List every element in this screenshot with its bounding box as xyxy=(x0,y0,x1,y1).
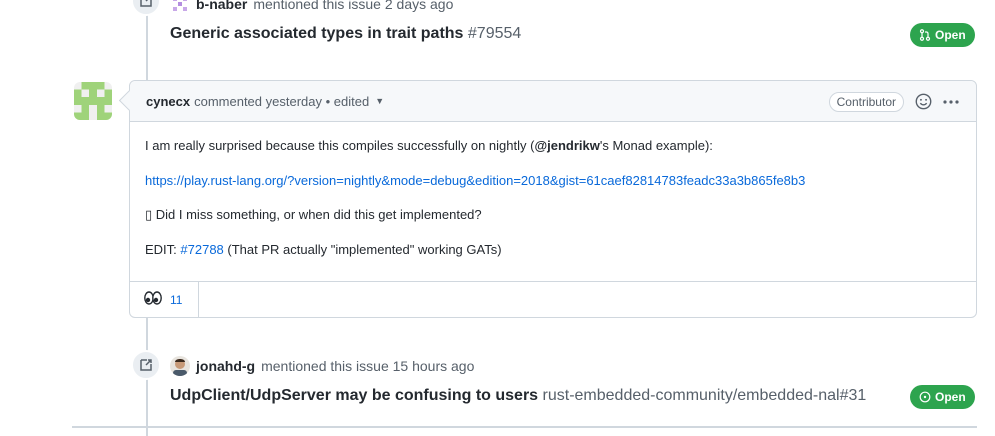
pull-request-icon xyxy=(919,29,931,41)
kebab-menu-icon[interactable] xyxy=(942,93,960,111)
comment-author[interactable]: cynecx xyxy=(146,94,190,109)
chevron-down-icon[interactable]: ▼ xyxy=(375,96,384,106)
issue-open-icon xyxy=(919,391,931,403)
cross-reference-icon xyxy=(131,350,161,380)
comment-paragraph: I am really surprised because this compi… xyxy=(145,136,960,156)
playground-link[interactable]: https://play.rust-lang.org/?version=nigh… xyxy=(145,173,805,188)
cross-reference-icon xyxy=(131,0,161,16)
state-label: Open xyxy=(935,28,966,42)
comment-body: I am really surprised because this compi… xyxy=(130,122,976,259)
state-badge: Open xyxy=(910,23,975,47)
actor-name[interactable]: jonahd-g xyxy=(196,358,255,374)
comment-paragraph: https://play.rust-lang.org/?version=nigh… xyxy=(145,171,960,191)
avatar[interactable] xyxy=(170,0,190,14)
text-span: I am really surprised because this compi… xyxy=(145,138,535,153)
actor-name[interactable]: b-naber xyxy=(196,0,247,12)
reference-title[interactable]: UdpClient/UdpServer may be confusing to … xyxy=(170,387,866,405)
reference-title-text[interactable]: Generic associated types in trait paths xyxy=(170,25,463,42)
event-text: mentioned this issue 15 hours ago xyxy=(261,358,475,374)
reference-title[interactable]: Generic associated types in trait paths … xyxy=(170,25,521,43)
user-mention[interactable]: @jendrikw xyxy=(534,138,599,153)
state-label: Open xyxy=(935,390,966,404)
reaction-count: 11 xyxy=(170,292,183,307)
comment-paragraph: EDIT: #72788 (That PR actually "implemen… xyxy=(145,240,960,260)
avatar[interactable] xyxy=(74,82,112,120)
comment-meta[interactable]: commented yesterday • edited xyxy=(194,94,369,109)
contributor-label: Contributor xyxy=(828,91,904,112)
comment-header: cynecx commented yesterday • edited ▼ Co… xyxy=(130,81,976,122)
reaction-button[interactable]: 11 xyxy=(130,281,200,318)
reference-title-text[interactable]: UdpClient/UdpServer may be confusing to … xyxy=(170,387,538,404)
text-span: (That PR actually "implemented" working … xyxy=(223,241,502,257)
event-text: mentioned this issue 2 days ago xyxy=(253,0,454,12)
state-badge: Open xyxy=(910,385,975,409)
reactions-bar: 11 xyxy=(130,281,976,318)
text-span: 's Monad example): xyxy=(599,138,713,153)
mention-event-header: b-naber mentioned this issue 2 days ago xyxy=(170,0,453,14)
comment-box: cynecx commented yesterday • edited ▼ Co… xyxy=(129,80,977,318)
mention-event-header: jonahd-g mentioned this issue 15 hours a… xyxy=(170,356,474,376)
pr-link[interactable]: #72788 xyxy=(180,242,223,257)
avatar[interactable] xyxy=(170,356,190,376)
smiley-icon[interactable] xyxy=(914,93,932,111)
text-span: EDIT: xyxy=(145,241,181,257)
divider xyxy=(72,426,977,428)
reference-number[interactable]: rust-embedded-community/embedded-nal#31 xyxy=(543,387,867,404)
comment-paragraph: ▯ Did I miss something, or when did this… xyxy=(145,207,482,222)
eyes-icon xyxy=(144,291,162,308)
reference-number[interactable]: #79554 xyxy=(468,25,521,42)
